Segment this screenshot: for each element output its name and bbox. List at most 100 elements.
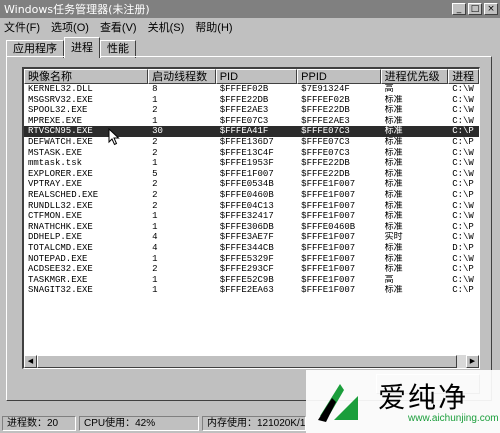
close-button[interactable]: ×	[484, 3, 498, 15]
cell-ppid: $FFFE22DB	[301, 158, 350, 169]
cell-path: D:\P	[452, 242, 474, 253]
cell-priority: 实时	[384, 232, 403, 243]
cell-pid: $FFFE04C13	[219, 200, 274, 211]
cell-threads: 4	[152, 242, 158, 253]
cell-path: C:\W	[452, 158, 474, 169]
process-row[interactable]: MPREXE.EXE 1 $FFFE07C3 $FFFE2AE3 标准 C:\W	[24, 116, 479, 127]
cell-path: C:\P	[452, 136, 474, 147]
cell-ppid: $FFFE1F007	[301, 285, 356, 296]
scroll-track[interactable]	[37, 355, 466, 368]
cell-image-name: MSGSRV32.EXE	[28, 94, 93, 105]
cell-image-name: RNATHCHK.EXE	[28, 221, 93, 232]
scroll-left-button[interactable]: ◀	[24, 355, 37, 368]
column-header-threads[interactable]: 启动线程数	[148, 69, 216, 84]
cell-pid: $FFFE0534B	[219, 179, 274, 190]
cell-priority: 标准	[384, 221, 403, 232]
cell-image-name: NOTEPAD.EXE	[28, 253, 88, 264]
cell-pid: $FFFE2AE3	[219, 105, 269, 116]
list-header: 映像名称 启动线程数 PID PPID 进程优先级 进程	[24, 69, 479, 84]
watermark-logo: 爱纯净 www.aichunjing.com	[306, 370, 500, 433]
cell-image-name: ACDSEE32.EXE	[28, 264, 93, 275]
cell-path: C:\P	[452, 189, 474, 200]
cell-image-name: EXPLORER.EXE	[28, 168, 93, 179]
cell-priority: 标准	[384, 200, 403, 211]
status-process-count: 进程数：20	[2, 415, 76, 431]
menu-shutdown[interactable]: 关机(S)	[148, 19, 185, 35]
horizontal-scrollbar[interactable]: ◀ ▶	[24, 355, 479, 368]
cell-path: C:\W	[452, 200, 474, 211]
menu-help[interactable]: 帮助(H)	[195, 19, 232, 35]
process-row[interactable]: RNATHCHK.EXE 1 $FFFE306DB $FFFE0460B 标准 C:\P	[24, 222, 479, 233]
list-rows: KERNEL32.DLL 8 $FFFEF02B $7E91324F 高 C:\W MSGS…	[24, 84, 479, 296]
process-row[interactable]: VPTRAY.EXE 2 $FFFE0534B $FFFE1F007 标准 C:\P	[24, 179, 479, 190]
cell-threads: 1	[152, 158, 158, 169]
process-row[interactable]: TASKMGR.EXE 1 $FFFE52C9B $FFFE1F007 高 C:\W	[24, 275, 479, 286]
cell-image-name: TOTALCMD.EXE	[28, 242, 93, 253]
cell-priority: 高	[384, 84, 394, 94]
cell-ppid: $FFFE07C3	[301, 126, 350, 137]
column-header-ppid[interactable]: PPID	[297, 69, 381, 84]
watermark-url: www.aichunjing.com	[408, 413, 499, 424]
cell-image-name: RTVSCN95.EXE	[28, 126, 93, 137]
cell-priority: 标准	[384, 115, 403, 126]
cell-ppid: $FFFE07C3	[301, 136, 350, 147]
cell-threads: 2	[152, 105, 158, 116]
scroll-right-button[interactable]: ▶	[466, 355, 479, 368]
cell-path: C:\W	[452, 84, 474, 94]
cell-path: C:\W	[452, 147, 474, 158]
cell-path: C:\W	[452, 115, 474, 126]
cell-image-name: mmtask.tsk	[28, 158, 83, 169]
process-row[interactable]: ACDSEE32.EXE 2 $FFFE293CF $FFFE1F007 标准 C:\P	[24, 264, 479, 275]
cell-pid: $FFFE136D7	[219, 136, 274, 147]
process-row[interactable]: DDHELP.EXE 4 $FFFE3AE7F $FFFE1F007 实时 C:\W	[24, 232, 479, 243]
process-row[interactable]: mmtask.tsk 1 $FFFE1953F $FFFE22DB 标准 C:\W	[24, 158, 479, 169]
cell-threads: 1	[152, 221, 158, 232]
cell-pid: $FFFE293CF	[219, 264, 274, 275]
process-row[interactable]: SNAGIT32.EXE 1 $FFFE2EA63 $FFFE1F007 标准 C:\P	[24, 285, 479, 296]
cell-image-name: VPTRAY.EXE	[28, 179, 83, 190]
cell-pid: $FFFE32417	[219, 211, 274, 222]
cell-path: C:\W	[452, 274, 474, 285]
process-row[interactable]: MSGSRV32.EXE 1 $FFFE22DB $FFFEF02B 标准 C:\W	[24, 95, 479, 106]
cell-pid: $FFFE1F007	[219, 168, 274, 179]
cell-pid: $FFFE344CB	[219, 242, 274, 253]
cell-image-name: CTFMON.EXE	[28, 211, 83, 222]
cell-path: C:\W	[452, 232, 474, 243]
cell-ppid: $FFFE22DB	[301, 105, 350, 116]
scroll-thumb[interactable]	[37, 355, 457, 368]
process-row[interactable]: EXPLORER.EXE 5 $FFFE1F007 $FFFE22DB 标准 C:\W	[24, 169, 479, 180]
process-row[interactable]: SPOOL32.EXE 2 $FFFE2AE3 $FFFE22DB 标准 C:\W	[24, 105, 479, 116]
cell-ppid: $FFFE2AE3	[301, 115, 350, 126]
process-row[interactable]: KERNEL32.DLL 8 $FFFEF02B $7E91324F 高 C:\W	[24, 84, 479, 95]
minimize-button[interactable]: _	[452, 3, 466, 15]
maximize-button[interactable]: □	[468, 3, 482, 15]
process-row[interactable]: TOTALCMD.EXE 4 $FFFE344CB $FFFE1F007 标准 D:\P	[24, 243, 479, 254]
tab-strip: 应用程序 进程 性能	[6, 37, 136, 58]
cell-pid: $FFFE3AE7F	[219, 232, 274, 243]
process-row[interactable]: REALSCHED.EXE 2 $FFFE0460B $FFFE1F007 标准 C:\P	[24, 190, 479, 201]
column-header-priority[interactable]: 进程优先级	[380, 69, 449, 84]
cell-priority: 标准	[384, 264, 403, 275]
column-header-image-name[interactable]: 映像名称	[24, 69, 149, 84]
process-row[interactable]: RTVSCN95.EXE 30 $FFFEA41F $FFFE07C3 标准 C:\P	[24, 126, 479, 137]
menu-view[interactable]: 查看(V)	[100, 19, 137, 35]
cell-path: C:\W	[452, 168, 474, 179]
tab-processes[interactable]: 进程	[64, 37, 100, 58]
process-row[interactable]: NOTEPAD.EXE 1 $FFFE5329F $FFFE1F007 标准 C:\W	[24, 254, 479, 265]
process-row[interactable]: CTFMON.EXE 1 $FFFE32417 $FFFE1F007 标准 C:\W	[24, 211, 479, 222]
cell-priority: 标准	[384, 147, 403, 158]
cell-threads: 5	[152, 168, 158, 179]
column-header-pid[interactable]: PID	[215, 69, 298, 84]
cell-path: C:\W	[452, 94, 474, 105]
process-row[interactable]: MSTASK.EXE 2 $FFFE13C4F $FFFE07C3 标准 C:\W	[24, 148, 479, 159]
menu-file[interactable]: 文件(F)	[4, 19, 40, 35]
cell-path: C:\W	[452, 211, 474, 222]
process-list[interactable]: 映像名称 启动线程数 PID PPID 进程优先级 进程 KERNEL32.DL…	[22, 67, 480, 369]
cell-priority: 标准	[384, 179, 403, 190]
process-row[interactable]: DEFWATCH.EXE 2 $FFFE136D7 $FFFE07C3 标准 C:\P	[24, 137, 479, 148]
cell-priority: 标准	[384, 242, 403, 253]
menu-options[interactable]: 选项(O)	[51, 19, 89, 35]
process-row[interactable]: RUNDLL32.EXE 2 $FFFE04C13 $FFFE1F007 标准 C:\W	[24, 201, 479, 212]
column-header-path[interactable]: 进程	[448, 69, 479, 84]
cell-ppid: $FFFE1F007	[301, 253, 356, 264]
